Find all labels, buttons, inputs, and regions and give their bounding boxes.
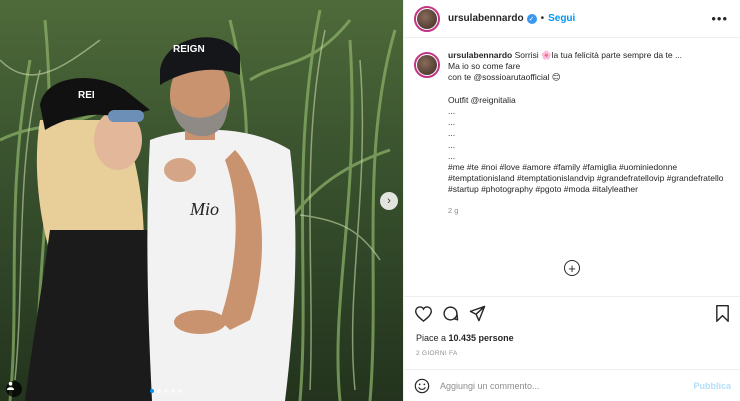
heart-icon[interactable] <box>414 305 432 323</box>
more-options-icon[interactable]: ••• <box>711 11 728 26</box>
carousel-dot <box>157 389 161 393</box>
publish-button[interactable]: Pubblica <box>693 381 731 391</box>
comment-icon[interactable] <box>441 305 459 323</box>
caption-line: ... <box>448 150 456 161</box>
carousel-next-button[interactable]: › <box>380 192 398 210</box>
share-icon[interactable] <box>468 305 486 323</box>
caption-line: con te @sossioarutaofficial 😊 <box>448 72 561 83</box>
person-tag-icon[interactable] <box>6 381 22 397</box>
username-link[interactable]: ursulabennardo <box>448 13 524 24</box>
carousel-dots <box>150 389 182 393</box>
caption-line: ... <box>448 139 456 150</box>
caption-username[interactable]: ursulabennardo <box>448 50 512 60</box>
post-sidebar: ursulabennardo ✓ • Segui ••• ursulabenna… <box>403 0 740 401</box>
caption-line: ... <box>448 128 456 139</box>
bookmark-icon[interactable] <box>713 305 731 323</box>
caption-hashtags[interactable]: #me #te #noi #love #amore #family #famig… <box>448 162 730 196</box>
svg-text:REIGN: REIGN <box>173 44 205 55</box>
comment-age: 2 g <box>448 205 459 215</box>
carousel-dot <box>164 389 168 393</box>
post-header: ursulabennardo ✓ • Segui ••• <box>404 0 740 38</box>
header-separator: • <box>540 13 545 24</box>
avatar[interactable] <box>414 52 440 78</box>
likes-count[interactable]: Piace a 10.435 persone <box>416 333 514 343</box>
svg-text:REI: REI <box>78 90 95 101</box>
carousel-dot <box>171 389 175 393</box>
svg-text:Mio: Mio <box>189 199 219 219</box>
caption-line-0: ursulabennardo Sorrisi 🌸la tua felicità … <box>448 50 683 60</box>
avatar[interactable] <box>414 5 440 32</box>
post-date: 2 GIORNI FA <box>416 350 458 357</box>
photo-illustration: REI Mio REIGN <box>0 9 397 401</box>
plus-circle-icon[interactable]: + <box>564 260 580 276</box>
carousel-dot <box>150 389 154 393</box>
caption-line <box>448 84 730 95</box>
follow-button[interactable]: Segui <box>548 13 575 24</box>
post-photo[interactable]: REI Mio REIGN › <box>0 0 403 401</box>
action-bar <box>404 296 740 330</box>
add-comment-bar: Pubblica <box>404 369 740 401</box>
caption-comment: ursulabennardo Sorrisi 🌸la tua felicità … <box>414 50 734 216</box>
verified-badge-icon: ✓ <box>526 13 537 24</box>
caption-line: Ma io so come fare <box>448 61 521 72</box>
emoji-icon[interactable] <box>414 378 430 394</box>
caption-line: ... <box>448 117 456 128</box>
carousel-dot <box>178 389 182 393</box>
caption-text: ursulabennardo Sorrisi 🌸la tua felicità … <box>448 50 730 216</box>
caption-line: ... <box>448 106 456 117</box>
comment-input[interactable] <box>440 380 694 391</box>
caption-line: Outfit @reignitalia <box>448 94 516 105</box>
